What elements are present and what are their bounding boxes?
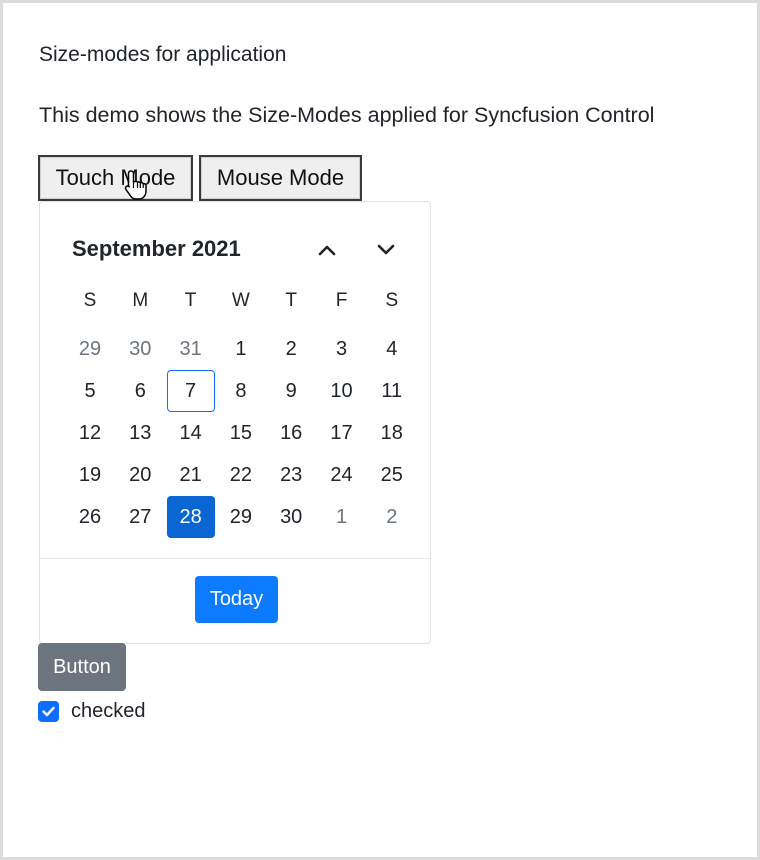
calendar-day[interactable]: 4	[368, 328, 416, 370]
calendar-day[interactable]: 1	[217, 328, 265, 370]
calendar-day[interactable]: 27	[116, 496, 164, 538]
calendar-day[interactable]: 18	[368, 412, 416, 454]
calendar-day[interactable]: 19	[66, 454, 114, 496]
checkbox[interactable]	[38, 701, 59, 722]
calendar-divider	[40, 558, 430, 559]
calendar-day[interactable]: 10	[318, 370, 366, 412]
page-heading: Size-modes for application	[39, 43, 287, 66]
calendar-day[interactable]: 2	[267, 328, 315, 370]
calendar-day[interactable]: 30	[116, 328, 164, 370]
checkbox-row[interactable]: checked	[38, 700, 146, 723]
page-description: This demo shows the Size-Modes applied f…	[39, 103, 655, 127]
calendar-day[interactable]: 26	[66, 496, 114, 538]
calendar-day[interactable]: 29	[217, 496, 265, 538]
calendar-day[interactable]: 6	[116, 370, 164, 412]
calendar-day[interactable]: 11	[368, 370, 416, 412]
calendar-day[interactable]: 3	[318, 328, 366, 370]
calendar-title[interactable]: September 2021	[72, 236, 241, 262]
calendar-day[interactable]: 29	[66, 328, 114, 370]
calendar-day[interactable]: 22	[217, 454, 265, 496]
weekday-header: M	[132, 290, 149, 311]
weekday-header: F	[335, 290, 348, 311]
calendar-day[interactable]: 2	[368, 496, 416, 538]
weekday-header: T	[285, 290, 297, 311]
calendar-day[interactable]: 16	[267, 412, 315, 454]
today-button[interactable]: Today	[195, 576, 278, 623]
chevron-down-icon[interactable]	[371, 236, 401, 264]
weekday-header: T	[184, 290, 197, 311]
calendar-day[interactable]: 14	[167, 412, 215, 454]
check-icon	[42, 706, 55, 717]
checkbox-label: checked	[71, 700, 146, 722]
chevron-up-icon[interactable]	[312, 236, 342, 264]
calendar-day[interactable]: 25	[368, 454, 416, 496]
calendar-day[interactable]: 17	[318, 412, 366, 454]
calendar-day[interactable]: 8	[217, 370, 265, 412]
hand-cursor-icon	[124, 170, 147, 200]
calendar: September 2021 S M T W T F S 29 30 31 1 2 3 4 5 6 7 8 9 10 1…	[39, 201, 431, 644]
mouse-mode-button[interactable]: Mouse Mode	[199, 155, 362, 201]
calendar-day[interactable]: 21	[167, 454, 215, 496]
calendar-day[interactable]: 7	[166, 370, 215, 412]
calendar-day[interactable]: 30	[267, 496, 315, 538]
calendar-day[interactable]: 24	[318, 454, 366, 496]
weekday-header: S	[83, 290, 97, 311]
calendar-day[interactable]: 12	[66, 412, 114, 454]
touch-mode-button[interactable]: Touch Mode	[38, 155, 193, 201]
calendar-day[interactable]: 1	[318, 496, 366, 538]
calendar-day[interactable]: 9	[267, 370, 315, 412]
calendar-day[interactable]: 31	[167, 328, 215, 370]
secondary-button[interactable]: Button	[38, 643, 126, 691]
weekday-header: S	[385, 290, 399, 311]
calendar-day[interactable]: 13	[116, 412, 164, 454]
calendar-day[interactable]: 15	[217, 412, 265, 454]
weekday-header: W	[231, 290, 250, 311]
calendar-day[interactable]: 20	[116, 454, 164, 496]
calendar-day[interactable]: 5	[66, 370, 114, 412]
calendar-day[interactable]: 23	[267, 454, 315, 496]
calendar-day[interactable]: 28	[166, 496, 215, 538]
